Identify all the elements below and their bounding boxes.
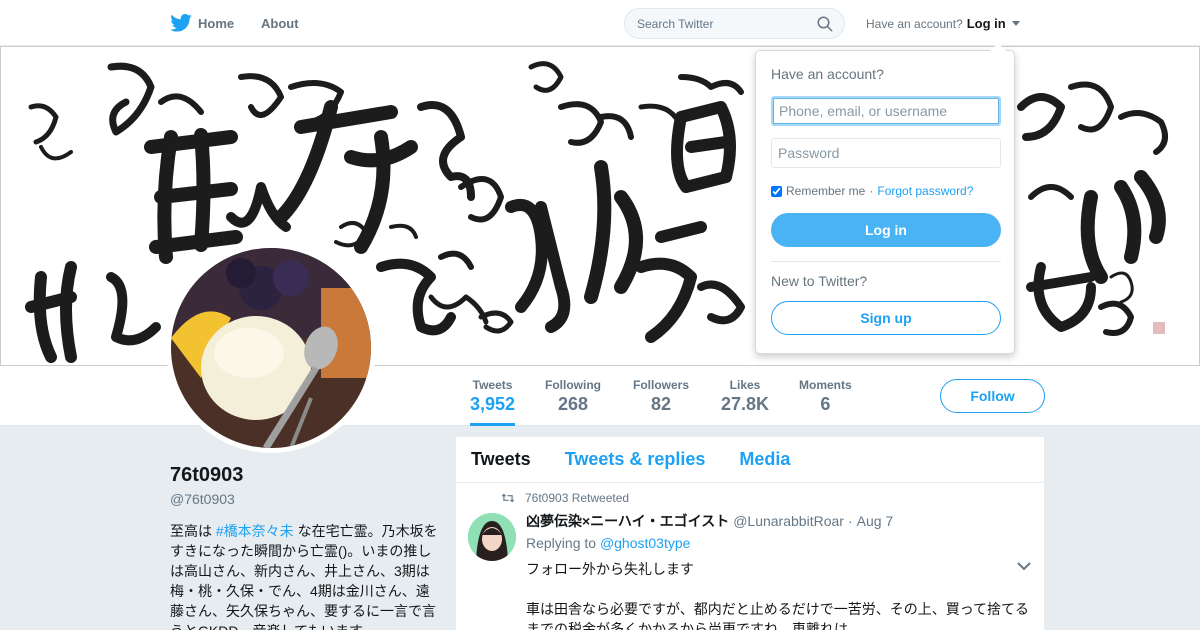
tab-tweets-and-replies[interactable]: Tweets & replies	[565, 449, 706, 470]
remember-separator: ·	[869, 184, 874, 198]
stat-followers-value: 82	[650, 394, 672, 414]
stat-likes-label: Likes	[729, 378, 761, 392]
stat-moments-label: Moments	[799, 378, 852, 392]
nav-about-link[interactable]: About	[261, 16, 299, 31]
caret-down-icon[interactable]	[1011, 21, 1020, 26]
reply-mention-link[interactable]: @ghost03type	[600, 535, 691, 551]
stat-tweets-value: 3,952	[470, 394, 516, 414]
reply-prefix: Replying to	[526, 535, 597, 551]
forgot-password-link[interactable]: Forgot password?	[877, 184, 973, 198]
login-dropdown: Have an account? Remember me · Forgot pa…	[755, 43, 1015, 354]
profile-bio: 至高は #橋本奈々未 な在宅亡霊。乃木坂をすきになった瞬間から亡霊()。いまの推…	[170, 521, 438, 630]
retweet-context-text[interactable]: 76t0903 Retweeted	[525, 491, 629, 505]
dropdown-arrow	[990, 43, 1006, 51]
account-menu[interactable]: Have an account? Log in	[866, 16, 1020, 31]
bio-text-after: な在宅亡霊。乃木坂をすきになった瞬間から亡霊()。いまの推しは高山さん、新内さん…	[170, 523, 438, 630]
avatar-image	[171, 248, 371, 448]
stat-followers-label: Followers	[633, 378, 690, 392]
retweet-context: 76t0903 Retweeted	[501, 491, 629, 505]
tweet-reply-context: Replying to @ghost03type	[526, 535, 690, 551]
tab-media[interactable]: Media	[739, 449, 790, 470]
twitter-bird-icon	[170, 14, 192, 32]
stat-tweets[interactable]: Tweets 3,952	[470, 378, 516, 426]
search-input[interactable]	[637, 15, 807, 33]
timeline-tabs: Tweets Tweets & replies Media	[456, 437, 1044, 483]
tweet-item[interactable]: 76t0903 Retweeted 凶夢伝染×ニーハイ・エゴイスト @Lunar…	[456, 483, 1044, 630]
tweet-header: 凶夢伝染×ニーハイ・エゴイスト @LunarabbitRoar · Aug 7	[526, 511, 893, 531]
login-dropdown-title: Have an account?	[771, 66, 884, 82]
account-prompt: Have an account?	[866, 16, 963, 31]
login-menu-link[interactable]: Log in	[967, 16, 1006, 31]
follow-button[interactable]: Follow	[940, 379, 1045, 413]
remember-me-row: Remember me · Forgot password?	[771, 184, 973, 198]
password-input[interactable]	[771, 138, 1001, 168]
username-input[interactable]	[771, 96, 1001, 126]
top-navigation-bar: Home About Have an account? Log in	[0, 0, 1200, 46]
search-box[interactable]	[624, 8, 845, 39]
tweet-author-name[interactable]: 凶夢伝染×ニーハイ・エゴイスト	[526, 511, 729, 531]
tweet-text-line-2: 車は田舎なら必要ですが、都内だと止めるだけで一苦労、その上、買って捨てるまでの税…	[526, 601, 1030, 630]
tweet-text: フォロー外から失礼します 車は田舎なら必要ですが、都内だと止めるだけで一苦労、そ…	[526, 559, 1036, 630]
nav-home-link[interactable]: Home	[170, 13, 234, 33]
tweet-text-line-1: フォロー外から失礼します	[526, 561, 694, 577]
retweet-icon	[501, 493, 515, 503]
stat-likes[interactable]: Likes 27.8K	[721, 378, 769, 415]
bio-text-before: 至高は	[170, 523, 216, 539]
stat-likes-value: 27.8K	[721, 394, 770, 414]
tweet-author-avatar[interactable]	[468, 513, 516, 561]
tweet-date[interactable]: Aug 7	[857, 513, 894, 529]
profile-handle[interactable]: @76t0903	[170, 491, 235, 507]
bio-hashtag-link[interactable]: #橋本奈々未	[216, 523, 294, 539]
new-to-twitter-label: New to Twitter?	[771, 273, 868, 289]
stat-following[interactable]: Following 268	[545, 378, 601, 415]
profile-name[interactable]: 76t0903	[170, 464, 243, 487]
stat-followers[interactable]: Followers 82	[633, 378, 689, 415]
nav-home-label: Home	[198, 15, 235, 31]
signup-button[interactable]: Sign up	[771, 301, 1001, 335]
tweet-author-handle[interactable]: @LunarabbitRoar	[733, 513, 844, 529]
search-icon[interactable]	[816, 15, 834, 33]
stat-moments[interactable]: Moments 6	[799, 378, 852, 415]
dropdown-divider	[771, 261, 1001, 262]
timeline: Tweets Tweets & replies Media 76t0903 Re…	[456, 437, 1044, 630]
stat-tweets-label: Tweets	[472, 378, 513, 392]
tab-tweets[interactable]: Tweets	[471, 449, 531, 470]
stat-following-value: 268	[557, 394, 589, 414]
stat-moments-value: 6	[820, 394, 831, 414]
stat-following-label: Following	[545, 378, 601, 392]
author-avatar-image	[468, 513, 516, 561]
remember-me-checkbox[interactable]	[771, 185, 782, 197]
login-button[interactable]: Log in	[771, 213, 1001, 247]
tweet-separator: ·	[847, 513, 853, 529]
profile-avatar[interactable]	[166, 243, 376, 453]
remember-me-label[interactable]: Remember me	[786, 184, 865, 198]
